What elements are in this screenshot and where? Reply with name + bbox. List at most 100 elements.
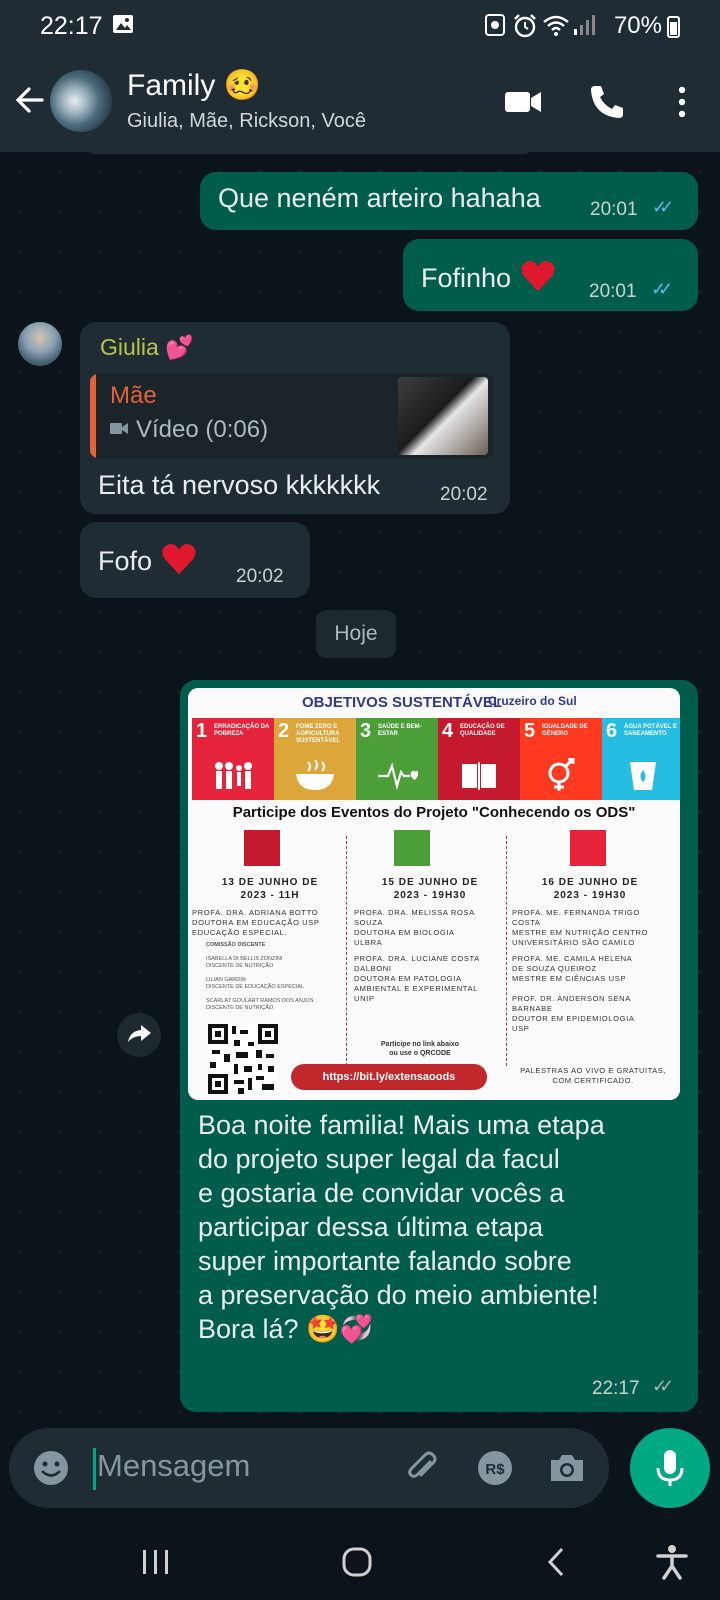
gallery-notification-icon [112, 13, 134, 41]
speaker-line: EDUCAÇÃO ESPECIAL. [192, 928, 288, 937]
video-call-icon[interactable] [501, 80, 545, 124]
sdg-tile-4: 4 EDUCAÇÃO DE QUALIDADE [438, 718, 520, 800]
message-bubble-outgoing[interactable]: Fofinho 20:01 ✓✓ [403, 239, 698, 311]
home-icon[interactable] [337, 1542, 377, 1582]
chat-title[interactable]: Family 🥴 [127, 68, 261, 103]
back-nav-icon[interactable] [538, 1542, 578, 1582]
message-bubble-incoming[interactable]: Giulia 💕 Mãe Vídeo (0:06) Eita tá nervos… [80, 322, 510, 514]
group-avatar[interactable] [50, 70, 112, 132]
footer-line: PALESTRAS AO VIVO E GRATUITAS, [520, 1066, 666, 1075]
camera-icon[interactable] [547, 1448, 587, 1488]
message-time: 20:01 [589, 281, 637, 302]
cta-line: Participe no link abaixo [380, 1041, 460, 1048]
sender-name[interactable]: Giulia 💕 [100, 334, 194, 361]
status-bar: 22:17 70% [0, 0, 720, 52]
sdg-number: 1 [196, 720, 208, 742]
quoted-text: Vídeo (0:06) [136, 416, 269, 443]
sdg-tile-1: 1 ERRADICAÇÃO DA POBREZA [192, 718, 274, 800]
payment-icon[interactable]: R$ [475, 1448, 515, 1488]
caption-line: do projeto super legal da facul [198, 1144, 560, 1174]
poster-divider [506, 836, 508, 1066]
committee-line: ISABELLA DI BELLIS ZONZINI [206, 956, 283, 962]
sdg-label: EDUCAÇÃO DE QUALIDADE [460, 724, 505, 737]
status-time: 22:17 [40, 12, 103, 40]
message-text-content: Fofinho [421, 263, 512, 293]
committee-line: SCARLAT GOULART RAMOS DOS ANJOS [206, 998, 314, 1004]
speaker-line: PROFA. DRA. ADRIANA BOTTO [192, 908, 319, 917]
poster-logo: OBJETIVOS SUSTENTÁVEL [302, 694, 503, 711]
quoted-sender: Mãe [110, 382, 157, 409]
quoted-message[interactable]: Mãe Vídeo (0:06) [90, 374, 494, 458]
sdg-label: IGUALDADE DE GÊNERO [542, 724, 588, 737]
committee-line: DISCENTE DE EDUCAÇÃO ESPECIAL [206, 984, 305, 990]
sdg-number: 3 [360, 720, 372, 742]
voice-call-icon[interactable] [585, 80, 629, 124]
emoji-icon[interactable] [31, 1448, 71, 1488]
sender-avatar[interactable] [18, 322, 62, 366]
partial-message [84, 152, 534, 154]
gender-equality-icon [548, 758, 575, 791]
speaker-line: USP [512, 1024, 530, 1033]
heartbeat-icon [378, 762, 418, 791]
svg-text:R$: R$ [485, 1461, 505, 1478]
text-cursor [93, 1448, 96, 1490]
sdg-number: 6 [606, 720, 618, 742]
committee-line: LILIAN GARDIN [206, 977, 246, 983]
sdg-tile-2: 2 FOME ZERO E AGRICULTURA SUSTENTÁVEL [274, 718, 356, 800]
speaker-line: DOUTORA EM BIOLOGIA [354, 928, 455, 937]
red-heart-icon [162, 543, 196, 575]
chat-header: Family 🥴 Giulia, Mãe, Rickson, Você [0, 52, 720, 152]
water-glass-icon [630, 762, 656, 790]
caption-line: participar dessa última etapa [198, 1212, 544, 1242]
message-text: Eita tá nervoso kkkkkkk [98, 470, 381, 500]
chat-messages[interactable]: Que neném arteiro hahaha 20:01 ✓✓ Fofinh… [0, 152, 720, 1420]
attach-icon[interactable] [403, 1448, 443, 1488]
wifi-icon [542, 13, 570, 43]
message-time: 20:02 [236, 566, 284, 587]
sdg-number: 2 [278, 720, 290, 742]
footer-line: COM CERTIFICADO. [552, 1076, 634, 1085]
message-input[interactable]: Mensagem [97, 1448, 250, 1484]
battery-percent: 70% [613, 12, 662, 39]
sdg-3-small-icon [394, 830, 430, 866]
message-bubble-outgoing-image[interactable]: OBJETIVOS SUSTENTÁVEL Cruzeiro do Sul 1 … [180, 680, 698, 1412]
caption-line: e gostaria de convidar vocês a [198, 1178, 565, 1208]
sdg-label: SAÚDE E BEM-ESTAR [378, 724, 422, 737]
event-date: 15 DE JUNHO DE 2023 - 19H30 [350, 876, 510, 902]
forward-icon[interactable] [116, 1012, 162, 1058]
caption-line: a preservação do meio ambiente! [198, 1280, 599, 1310]
poster-title: Participe dos Eventos do Projeto "Conhec… [232, 804, 636, 821]
committee-line: DISCENTE DE NUTRIÇÃO [206, 1005, 274, 1011]
event-date: 13 DE JUNHO DE 2023 - 11H [190, 876, 350, 902]
message-bubble-outgoing[interactable]: Que neném arteiro hahaha 20:01 ✓✓ [200, 172, 698, 230]
event-date-line: 13 DE JUNHO DE [221, 877, 319, 888]
speaker-line: BARNABE [512, 1004, 553, 1013]
cta-line: ou use o QRCODE [389, 1050, 451, 1057]
message-time: 20:02 [440, 484, 488, 505]
message-bubble-incoming[interactable]: Fofo 20:02 [80, 522, 310, 598]
voice-message-button[interactable] [630, 1428, 710, 1508]
recent-apps-icon[interactable] [136, 1542, 176, 1582]
message-text: Que neném arteiro hahaha [218, 183, 541, 213]
microphone-icon [656, 1450, 684, 1486]
quote-accent-bar [90, 374, 96, 458]
back-arrow-icon[interactable] [10, 80, 50, 120]
sdg-1-small-icon [570, 830, 606, 866]
message-time: 20:01 [590, 199, 638, 220]
caption-line: Bora lá? 🤩💞 [198, 1314, 374, 1344]
sdg-label: ERRADICAÇÃO DA POBREZA [214, 724, 270, 737]
sdg-number: 5 [524, 720, 536, 742]
sdg-label: ÁGUA POTÁVEL E SANEAMENTO [624, 724, 678, 737]
speaker-line: UNIVERSITÁRIO SÃO CAMILO [512, 938, 635, 947]
event-poster-image[interactable]: OBJETIVOS SUSTENTÁVEL Cruzeiro do Sul 1 … [188, 688, 680, 1100]
sdg-tile-6: 6 ÁGUA POTÁVEL E SANEAMENTO [602, 718, 680, 800]
poster-footer: PALESTRAS AO VIVO E GRATUITAS, COM CERTIF… [508, 1066, 678, 1086]
more-options-icon[interactable] [660, 80, 704, 124]
message-text: Fofinho [421, 257, 557, 295]
message-composer[interactable]: Mensagem R$ [9, 1428, 609, 1508]
chat-members[interactable]: Giulia, Mãe, Rickson, Você [127, 110, 366, 133]
speaker-line: PROFA. DRA. MELISSA ROSA [354, 908, 475, 917]
image-caption: Boa noite familia! Mais uma etapa do pro… [198, 1108, 678, 1346]
accessibility-icon[interactable] [652, 1542, 692, 1582]
caption-line: Boa noite familia! Mais uma etapa [198, 1110, 605, 1140]
